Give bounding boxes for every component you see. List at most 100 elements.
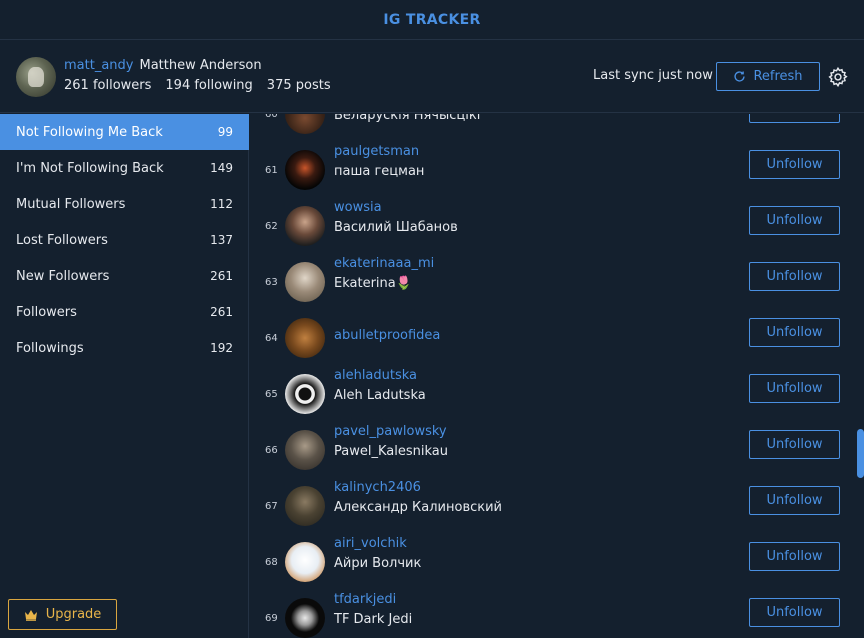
sidebar-item-count: 149 [210,161,233,175]
list-item: 66 pavel_pawlowsky Pawel_Kalesnikau Unfo… [250,422,850,478]
full-name: Ekaterina🌷 [334,276,412,291]
row-number: 63 [265,276,278,288]
avatar [285,206,325,246]
upgrade-button[interactable]: Upgrade [8,599,117,630]
username-link[interactable]: matt_andy [64,58,133,73]
avatar [285,542,325,582]
username-link[interactable]: wowsia [334,200,382,215]
refresh-icon [734,71,746,82]
list-item: 60 Беларускія Нячысцікі Unfollow [250,114,850,142]
unfollow-button[interactable]: Unfollow [749,318,840,347]
scrollbar-thumb[interactable] [857,429,864,478]
row-number: 66 [265,444,278,456]
avatar [285,486,325,526]
unfollow-button[interactable]: Unfollow [749,430,840,459]
refresh-button[interactable]: Refresh [716,62,820,91]
sidebar-item-label: New Followers [16,268,110,284]
avatar [285,114,325,134]
username-link[interactable]: ekaterinaaa_mi [334,256,434,271]
sidebar: Not Following Me Back 99 I'm Not Followi… [0,114,249,638]
user-name-line: matt_andy Matthew Anderson [64,58,262,73]
crown-icon [24,609,37,621]
sidebar-item-not-following-me-back[interactable]: Not Following Me Back 99 [0,114,249,150]
list-item: 65 alehladutska Aleh Ladutska Unfollow [250,366,850,422]
list-item: 67 kalinych2406 Александр Калиновский Un… [250,478,850,534]
sidebar-item-count: 192 [210,341,233,355]
row-number: 68 [265,556,278,568]
unfollow-button[interactable]: Unfollow [749,598,840,627]
unfollow-button[interactable]: Unfollow [749,114,840,123]
username-link[interactable]: abulletproofidea [334,328,440,343]
username-link[interactable]: tfdarkjedi [334,592,396,607]
sidebar-item-label: Followers [16,304,77,320]
full-name: Василий Шабанов [334,220,458,235]
list-item: 68 airi_volchik Айри Волчик Unfollow [250,534,850,590]
username-link[interactable]: pavel_pawlowsky [334,424,447,439]
username-link[interactable]: airi_volchik [334,536,407,551]
user-stats: 261 followers 194 following 375 posts [64,78,345,93]
row-number: 60 [265,114,278,120]
following-count: 194 following [165,78,253,93]
unfollow-button[interactable]: Unfollow [749,542,840,571]
full-name: Беларускія Нячысцікі [334,114,481,123]
sidebar-item-count: 137 [210,233,233,247]
upgrade-label: Upgrade [45,607,102,622]
sidebar-item-label: Lost Followers [16,232,108,248]
row-number: 69 [265,612,278,624]
full-name: TF Dark Jedi [334,612,413,627]
refresh-label: Refresh [753,69,803,84]
sidebar-item-count: 261 [210,269,233,283]
sidebar-item-count: 112 [210,197,233,211]
row-number: 64 [265,332,278,344]
sidebar-item-followings[interactable]: Followings 192 [0,330,249,366]
full-name: Matthew Anderson [139,58,262,73]
username-link[interactable]: alehladutska [334,368,417,383]
unfollow-button[interactable]: Unfollow [749,206,840,235]
username-link[interactable]: paulgetsman [334,144,419,159]
unfollow-button[interactable]: Unfollow [749,262,840,291]
posts-count: 375 posts [266,78,331,93]
gear-icon[interactable] [827,66,849,88]
full-name: Айри Волчик [334,556,422,571]
unfollow-button[interactable]: Unfollow [749,486,840,515]
avatar [285,262,325,302]
sidebar-item-label: Mutual Followers [16,196,126,212]
sidebar-item-lost-followers[interactable]: Lost Followers 137 [0,222,249,258]
unfollow-button[interactable]: Unfollow [749,150,840,179]
list-item: 63 ekaterinaaa_mi Ekaterina🌷 Unfollow [250,254,850,310]
avatar [285,374,325,414]
title-bar: IG TRACKER [0,0,864,40]
list-item: 64 abulletproofidea Unfollow [250,310,850,366]
sidebar-item-mutual-followers[interactable]: Mutual Followers 112 [0,186,249,222]
list-item: 61 paulgetsman паша гецман Unfollow [250,142,850,198]
avatar [16,57,56,97]
sidebar-item-label: I'm Not Following Back [16,160,164,176]
row-number: 65 [265,388,278,400]
row-number: 62 [265,220,278,232]
sync-status: Last sync just now [593,68,713,83]
avatar [285,598,325,638]
sidebar-item-followers[interactable]: Followers 261 [0,294,249,330]
sidebar-item-im-not-following-back[interactable]: I'm Not Following Back 149 [0,150,249,186]
sidebar-item-label: Not Following Me Back [16,124,163,140]
sidebar-item-new-followers[interactable]: New Followers 261 [0,258,249,294]
list-item: 62 wowsia Василий Шабанов Unfollow [250,198,850,254]
avatar [285,150,325,190]
full-name: Pawel_Kalesnikau [334,444,448,459]
account-list: 60 Беларускія Нячысцікі Unfollow 61 paul… [250,114,864,638]
full-name: паша гецман [334,164,425,179]
profile-header: matt_andy Matthew Anderson 261 followers 1… [0,41,864,113]
list-item: 69 tfdarkjedi TF Dark Jedi Unfollow [250,590,850,638]
full-name: Александр Калиновский [334,500,503,515]
scrollbar[interactable] [853,114,864,638]
row-number: 61 [265,164,278,176]
username-link[interactable]: kalinych2406 [334,480,421,495]
sidebar-item-label: Followings [16,340,84,356]
sidebar-item-count: 99 [217,125,233,139]
unfollow-button[interactable]: Unfollow [749,374,840,403]
followers-count: 261 followers [64,78,152,93]
avatar [285,430,325,470]
avatar [285,318,325,358]
full-name: Aleh Ladutska [334,388,426,403]
row-number: 67 [265,500,278,512]
